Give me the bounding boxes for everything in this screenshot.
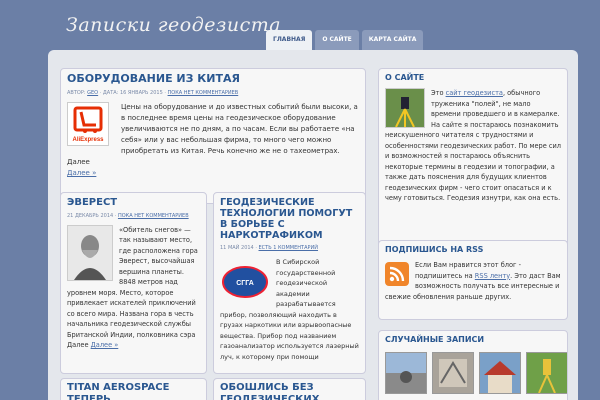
post-everest: Эверест 21 декабрь 2014 · Пока нет комме… bbox=[60, 192, 207, 374]
surveyor-photo[interactable] bbox=[385, 88, 425, 128]
rss-feed-link[interactable]: RSS ленту bbox=[475, 272, 510, 280]
aliexpress-logo[interactable]: AliExpress bbox=[67, 101, 109, 146]
academy-logo[interactable]: СГГА bbox=[220, 257, 270, 307]
post-body: «Обитель снегов» — так называют место, г… bbox=[67, 224, 198, 349]
random-thumb[interactable] bbox=[385, 352, 427, 394]
post-no-geodesy: Обошлись без геодезических работ bbox=[213, 378, 366, 400]
portrait-image[interactable] bbox=[67, 224, 113, 281]
comments-link[interactable]: Есть 1 комментарий bbox=[259, 245, 319, 251]
content-area: Оборудование из Китая Автор: Geo · Дата:… bbox=[48, 50, 578, 400]
nav-tab-sitemap[interactable]: Карта сайта bbox=[361, 30, 424, 50]
post-narcotraffic: Геодезические технологии помогут в борьб… bbox=[213, 192, 366, 374]
post-title[interactable]: Обошлись без геодезических работ bbox=[220, 382, 359, 400]
read-more-link[interactable]: Далее » bbox=[91, 341, 119, 349]
rss-text: Если Вам нравится этот блог - подпишитес… bbox=[385, 261, 561, 301]
post-title[interactable]: Titan Aerospace теперь принадлежит bbox=[67, 382, 200, 400]
post-titan-aerospace: Titan Aerospace теперь принадлежит bbox=[60, 378, 207, 400]
post-title[interactable]: Эверест bbox=[67, 197, 200, 209]
read-more-link[interactable]: Далее » bbox=[67, 169, 96, 177]
random-thumb[interactable] bbox=[479, 352, 521, 394]
rss-icon[interactable] bbox=[385, 262, 409, 286]
about-text: Это сайт геодезиста, обычного труженика … bbox=[385, 88, 562, 202]
post-meta: Автор: Geo · Дата: 16 январь 2015 · Пока… bbox=[67, 89, 239, 96]
post-body: СГГА В Сибирской государственной геодези… bbox=[220, 257, 359, 361]
widget-title: Случайные записи bbox=[385, 335, 485, 344]
svg-text:AliExpress: AliExpress bbox=[72, 137, 104, 143]
widget-rss: Подпишись на RSS Если Вам нравится этот … bbox=[378, 240, 568, 320]
widget-random-posts: Случайные записи bbox=[378, 330, 568, 400]
post-china-equipment: Оборудование из Китая Автор: Geo · Дата:… bbox=[60, 68, 366, 204]
comments-link[interactable]: Пока нет комментариев bbox=[118, 213, 189, 219]
author-link[interactable]: Geo bbox=[87, 90, 98, 96]
nav-tab-home[interactable]: Главная bbox=[266, 30, 313, 52]
post-meta: 21 декабрь 2014 · Пока нет комментариев bbox=[67, 212, 189, 219]
random-thumb[interactable] bbox=[432, 352, 474, 394]
main-nav: Главная О сайте Карта сайта bbox=[266, 30, 424, 52]
random-thumbs bbox=[385, 352, 567, 394]
svg-text:СГГА: СГГА bbox=[236, 280, 254, 287]
site-title[interactable]: Записки геодезиста bbox=[66, 14, 281, 36]
random-thumb[interactable] bbox=[526, 352, 567, 394]
nav-tab-about[interactable]: О сайте bbox=[315, 30, 359, 50]
widget-title: Подпишись на RSS bbox=[385, 245, 484, 254]
about-site-link[interactable]: сайт геодезиста bbox=[446, 89, 503, 97]
post-title[interactable]: Оборудование из Китая bbox=[67, 72, 359, 86]
comments-link[interactable]: Пока нет комментариев bbox=[168, 90, 239, 96]
post-body: AliExpress Цены на оборудование и до изв… bbox=[67, 101, 358, 177]
post-title[interactable]: Геодезические технологии помогут в борьб… bbox=[220, 197, 359, 241]
post-meta: 11 май 2014 · Есть 1 комментарий bbox=[220, 245, 319, 252]
widget-title: О сайте bbox=[385, 73, 425, 82]
